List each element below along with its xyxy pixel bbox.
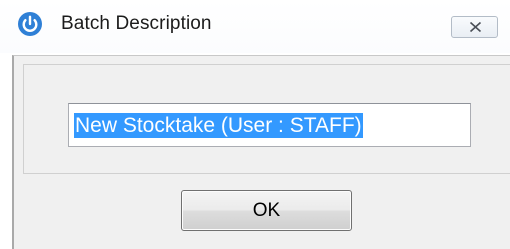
dialog-body: New Stocktake (User : STAFF) OK xyxy=(12,55,510,249)
title-bar[interactable]: Batch Description xyxy=(0,0,510,53)
batch-description-input[interactable]: New Stocktake (User : STAFF) xyxy=(68,103,471,147)
close-icon xyxy=(469,21,482,33)
power-icon xyxy=(17,11,43,37)
ok-button[interactable]: OK xyxy=(181,190,352,231)
batch-description-dialog: Batch Description New Stocktake (User : … xyxy=(0,0,510,249)
selected-text: New Stocktake (User : STAFF) xyxy=(74,113,363,138)
input-group-box: New Stocktake (User : STAFF) xyxy=(23,64,510,174)
close-button[interactable] xyxy=(451,16,498,38)
window-title: Batch Description xyxy=(61,13,212,34)
